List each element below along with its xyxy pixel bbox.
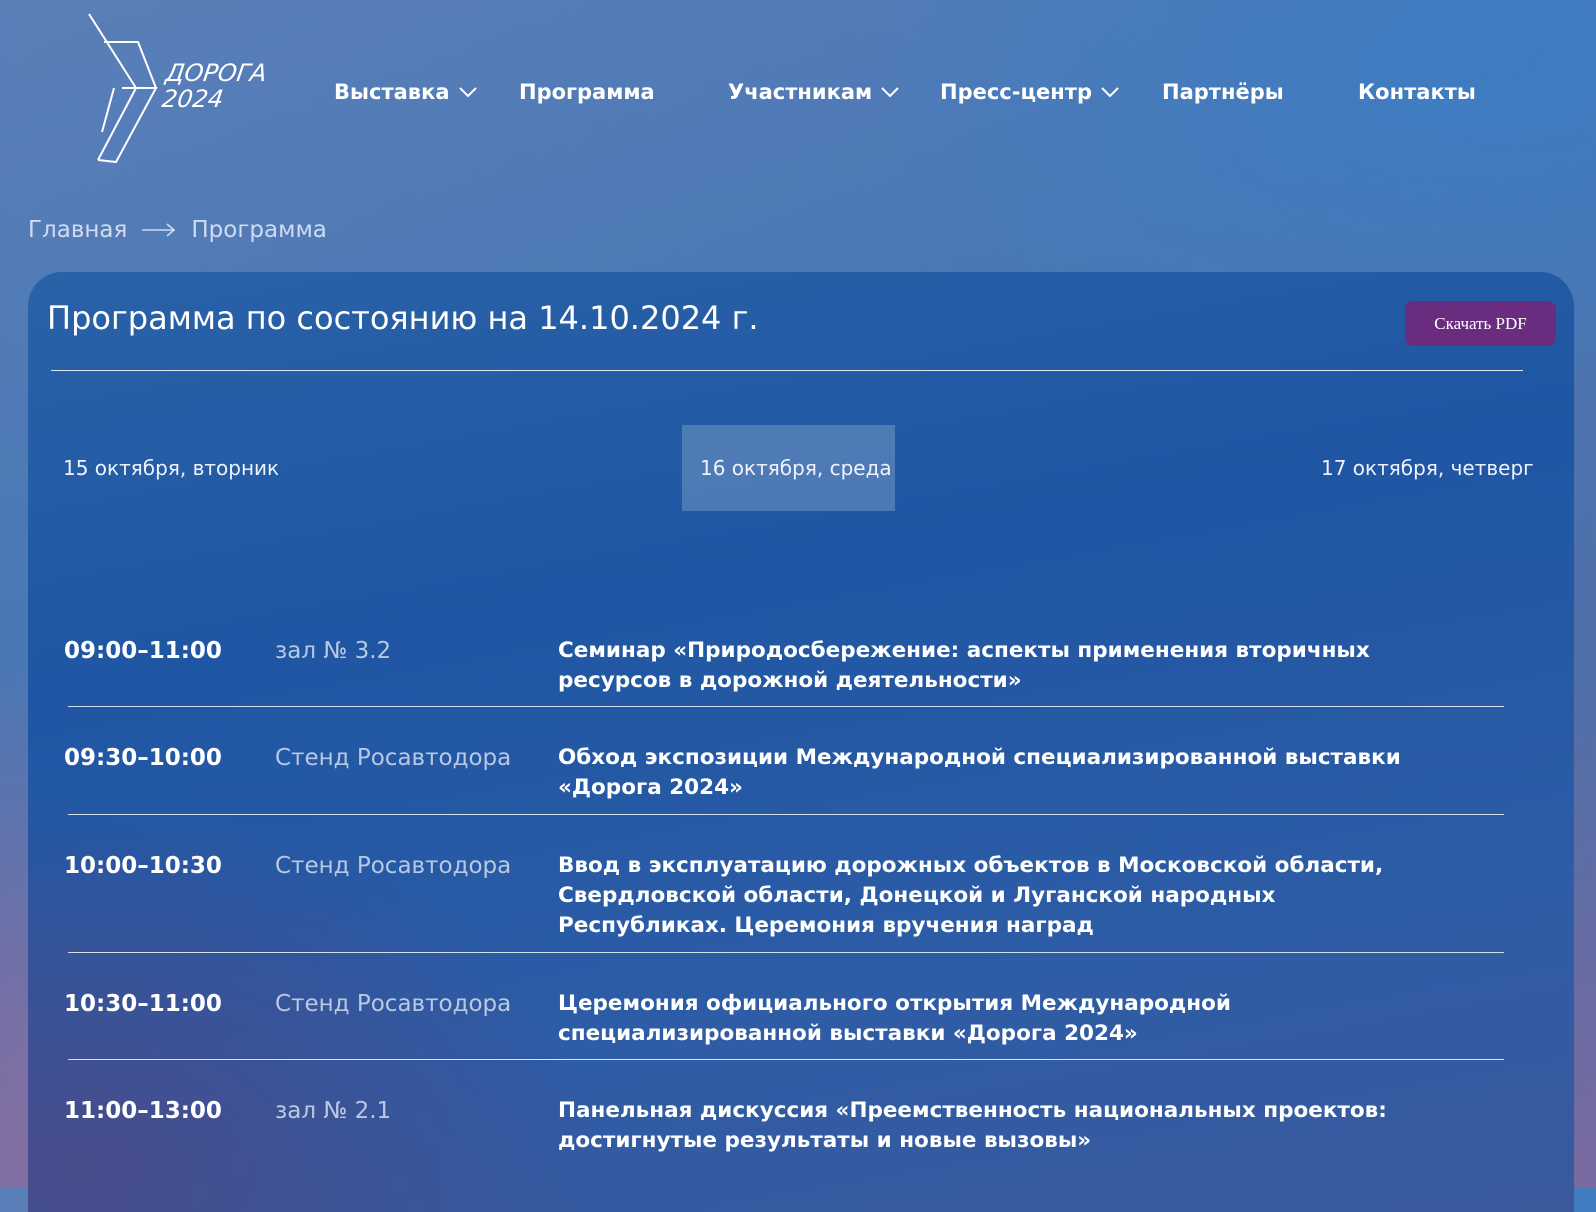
nav-item-label: Пресс-центр — [940, 80, 1092, 104]
tab-label: 15 октября, вторник — [63, 456, 280, 480]
event-place: зал № 2.1 — [275, 1098, 392, 1124]
download-pdf-button[interactable]: Скачать PDF — [1405, 301, 1556, 346]
chevron-down-icon — [881, 87, 899, 98]
event-time: 10:30–11:00 — [64, 991, 222, 1017]
site-header: ДОРОГА 2024 Выставка Программа Участника… — [0, 0, 1596, 180]
nav-item-press-center[interactable]: Пресс-центр — [940, 72, 1120, 112]
logo-line-1: ДОРОГА — [163, 59, 269, 87]
nav-item-label: Программа — [519, 80, 655, 104]
title-divider — [51, 370, 1523, 371]
breadcrumb-current: Программа — [191, 217, 327, 243]
event-place: Стенд Росавтодора — [275, 745, 512, 771]
tab-label: 17 октября, четверг — [1321, 456, 1534, 480]
logo-line-2: 2024 — [160, 85, 226, 113]
tab-label: 16 октября, среда — [700, 456, 892, 480]
nav-item-label: Выставка — [334, 80, 450, 104]
event-place: зал № 3.2 — [275, 638, 392, 664]
row-divider — [68, 952, 1504, 953]
nav-item-partners[interactable]: Партнёры — [1162, 72, 1284, 112]
row-divider — [68, 1059, 1504, 1060]
event-title: Ввод в эксплуатацию дорожных объектов в … — [558, 853, 1384, 938]
nav-item-exhibition[interactable]: Выставка — [334, 72, 478, 112]
event-title: Церемония официального открытия Междунар… — [558, 991, 1231, 1046]
event-time: 09:30–10:00 — [64, 745, 222, 771]
site-logo[interactable]: ДОРОГА 2024 — [86, 12, 269, 168]
nav-item-label: Участникам — [728, 80, 873, 104]
logo-arrow-icon — [88, 13, 158, 164]
row-divider — [68, 706, 1504, 707]
event-title: Обход экспозиции Международной специализ… — [558, 745, 1401, 800]
page-title: Программа по состоянию на 14.10.2024 г. — [47, 299, 759, 337]
arrow-right-icon — [142, 223, 176, 237]
event-title: Панельная дискуссия «Преемственность нац… — [558, 1098, 1387, 1153]
chevron-down-icon — [458, 87, 477, 98]
logo-text: ДОРОГА 2024 — [160, 59, 269, 113]
breadcrumb: Главная Программа — [28, 212, 327, 248]
program-card: Программа по состоянию на 14.10.2024 г. … — [28, 272, 1574, 1212]
nav-item-label: Контакты — [1358, 80, 1476, 104]
tab-day-oct-16[interactable]: 16 октября, среда — [682, 425, 895, 511]
chevron-down-icon — [1101, 87, 1119, 98]
event-time: 09:00–11:00 — [64, 638, 222, 664]
event-time: 10:00–10:30 — [64, 853, 222, 879]
row-divider — [68, 814, 1504, 815]
event-title: Семинар «Природосбережение: аспекты прим… — [558, 638, 1370, 693]
event-place: Стенд Росавтодора — [275, 991, 512, 1017]
event-place: Стенд Росавтодора — [275, 853, 512, 879]
tab-day-oct-17[interactable]: 17 октября, четверг — [1321, 425, 1534, 511]
nav-item-program[interactable]: Программа — [519, 72, 655, 112]
nav-item-participants[interactable]: Участникам — [728, 72, 900, 112]
breadcrumb-home-link[interactable]: Главная — [28, 217, 127, 243]
nav-item-contacts[interactable]: Контакты — [1358, 72, 1476, 112]
event-time: 11:00–13:00 — [64, 1098, 222, 1124]
tab-day-oct-15[interactable]: 15 октября, вторник — [63, 425, 279, 511]
nav-item-label: Партнёры — [1162, 80, 1284, 104]
